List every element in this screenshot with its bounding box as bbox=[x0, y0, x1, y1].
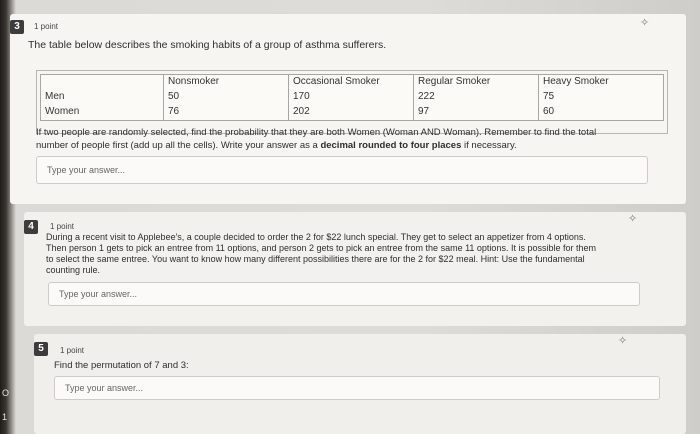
gutter-mark: 1 bbox=[2, 412, 8, 422]
table-row: Women 76 202 97 60 bbox=[40, 105, 664, 121]
question-text-segment: number of people first (add up all the c… bbox=[36, 140, 321, 151]
question-number: 3 bbox=[10, 20, 24, 34]
question-intro: The table below describes the smoking ha… bbox=[28, 39, 387, 51]
question-text-line: During a recent visit to Applebee's, a c… bbox=[46, 232, 586, 242]
question-text-segment: if necessary. bbox=[461, 140, 517, 151]
question-card-5: 5 1 point ✧ Find the permutation of 7 an… bbox=[34, 334, 686, 434]
pin-icon[interactable]: ✧ bbox=[628, 212, 637, 225]
question-text-line: number of people first (add up all the c… bbox=[36, 140, 517, 152]
pin-icon[interactable]: ✧ bbox=[640, 16, 649, 29]
question-text-emphasis: decimal rounded to four places bbox=[320, 140, 462, 151]
table-cell: Men bbox=[40, 90, 164, 105]
table-header-row: Nonsmoker Occasional Smoker Regular Smok… bbox=[40, 74, 664, 90]
table-header-cell: Nonsmoker bbox=[163, 74, 289, 90]
table-cell: 60 bbox=[538, 105, 664, 121]
table-cell: 97 bbox=[413, 105, 539, 121]
table-cell: 222 bbox=[413, 90, 539, 105]
table-cell: 170 bbox=[288, 90, 414, 105]
table-header-cell bbox=[40, 74, 164, 90]
question-card-3: 3 1 point ✧ The table below describes th… bbox=[10, 14, 686, 204]
question-text: Find the permutation of 7 and 3: bbox=[54, 360, 189, 371]
question-text-line: counting rule. bbox=[46, 265, 101, 275]
table-header-cell: Regular Smoker bbox=[413, 74, 539, 90]
question-text-line: Then person 1 gets to pick an entree fro… bbox=[46, 243, 596, 253]
table-header-cell: Occasional Smoker bbox=[288, 74, 414, 90]
table-cell: 75 bbox=[538, 90, 664, 105]
quiz-page: O 1 3 1 point ✧ The table below describe… bbox=[0, 0, 700, 434]
points-label: 1 point bbox=[34, 22, 59, 31]
smoking-table: Nonsmoker Occasional Smoker Regular Smok… bbox=[40, 74, 664, 121]
pin-icon[interactable]: ✧ bbox=[618, 334, 627, 347]
gutter-mark: O bbox=[2, 388, 10, 398]
table-cell: 202 bbox=[288, 105, 414, 121]
question-number: 5 bbox=[34, 342, 48, 356]
points-label: 1 point bbox=[60, 346, 85, 355]
question-text-line: If two people are randomly selected, fin… bbox=[36, 127, 597, 138]
question-number: 4 bbox=[24, 220, 38, 234]
answer-input[interactable]: Type your answer... bbox=[54, 376, 660, 400]
points-label: 1 point bbox=[50, 222, 75, 231]
table-header-cell: Heavy Smoker bbox=[538, 74, 664, 90]
table-row: Men 50 170 222 75 bbox=[40, 90, 664, 105]
answer-input[interactable]: Type your answer... bbox=[48, 282, 640, 306]
answer-input[interactable]: Type your answer... bbox=[36, 156, 648, 184]
table-cell: 50 bbox=[163, 90, 289, 105]
question-card-4: 4 1 point ✧ During a recent visit to App… bbox=[24, 212, 686, 326]
table-cell: 76 bbox=[163, 105, 289, 121]
table-cell: Women bbox=[40, 105, 164, 121]
question-text-line: to select the same entree. You want to k… bbox=[46, 254, 585, 264]
